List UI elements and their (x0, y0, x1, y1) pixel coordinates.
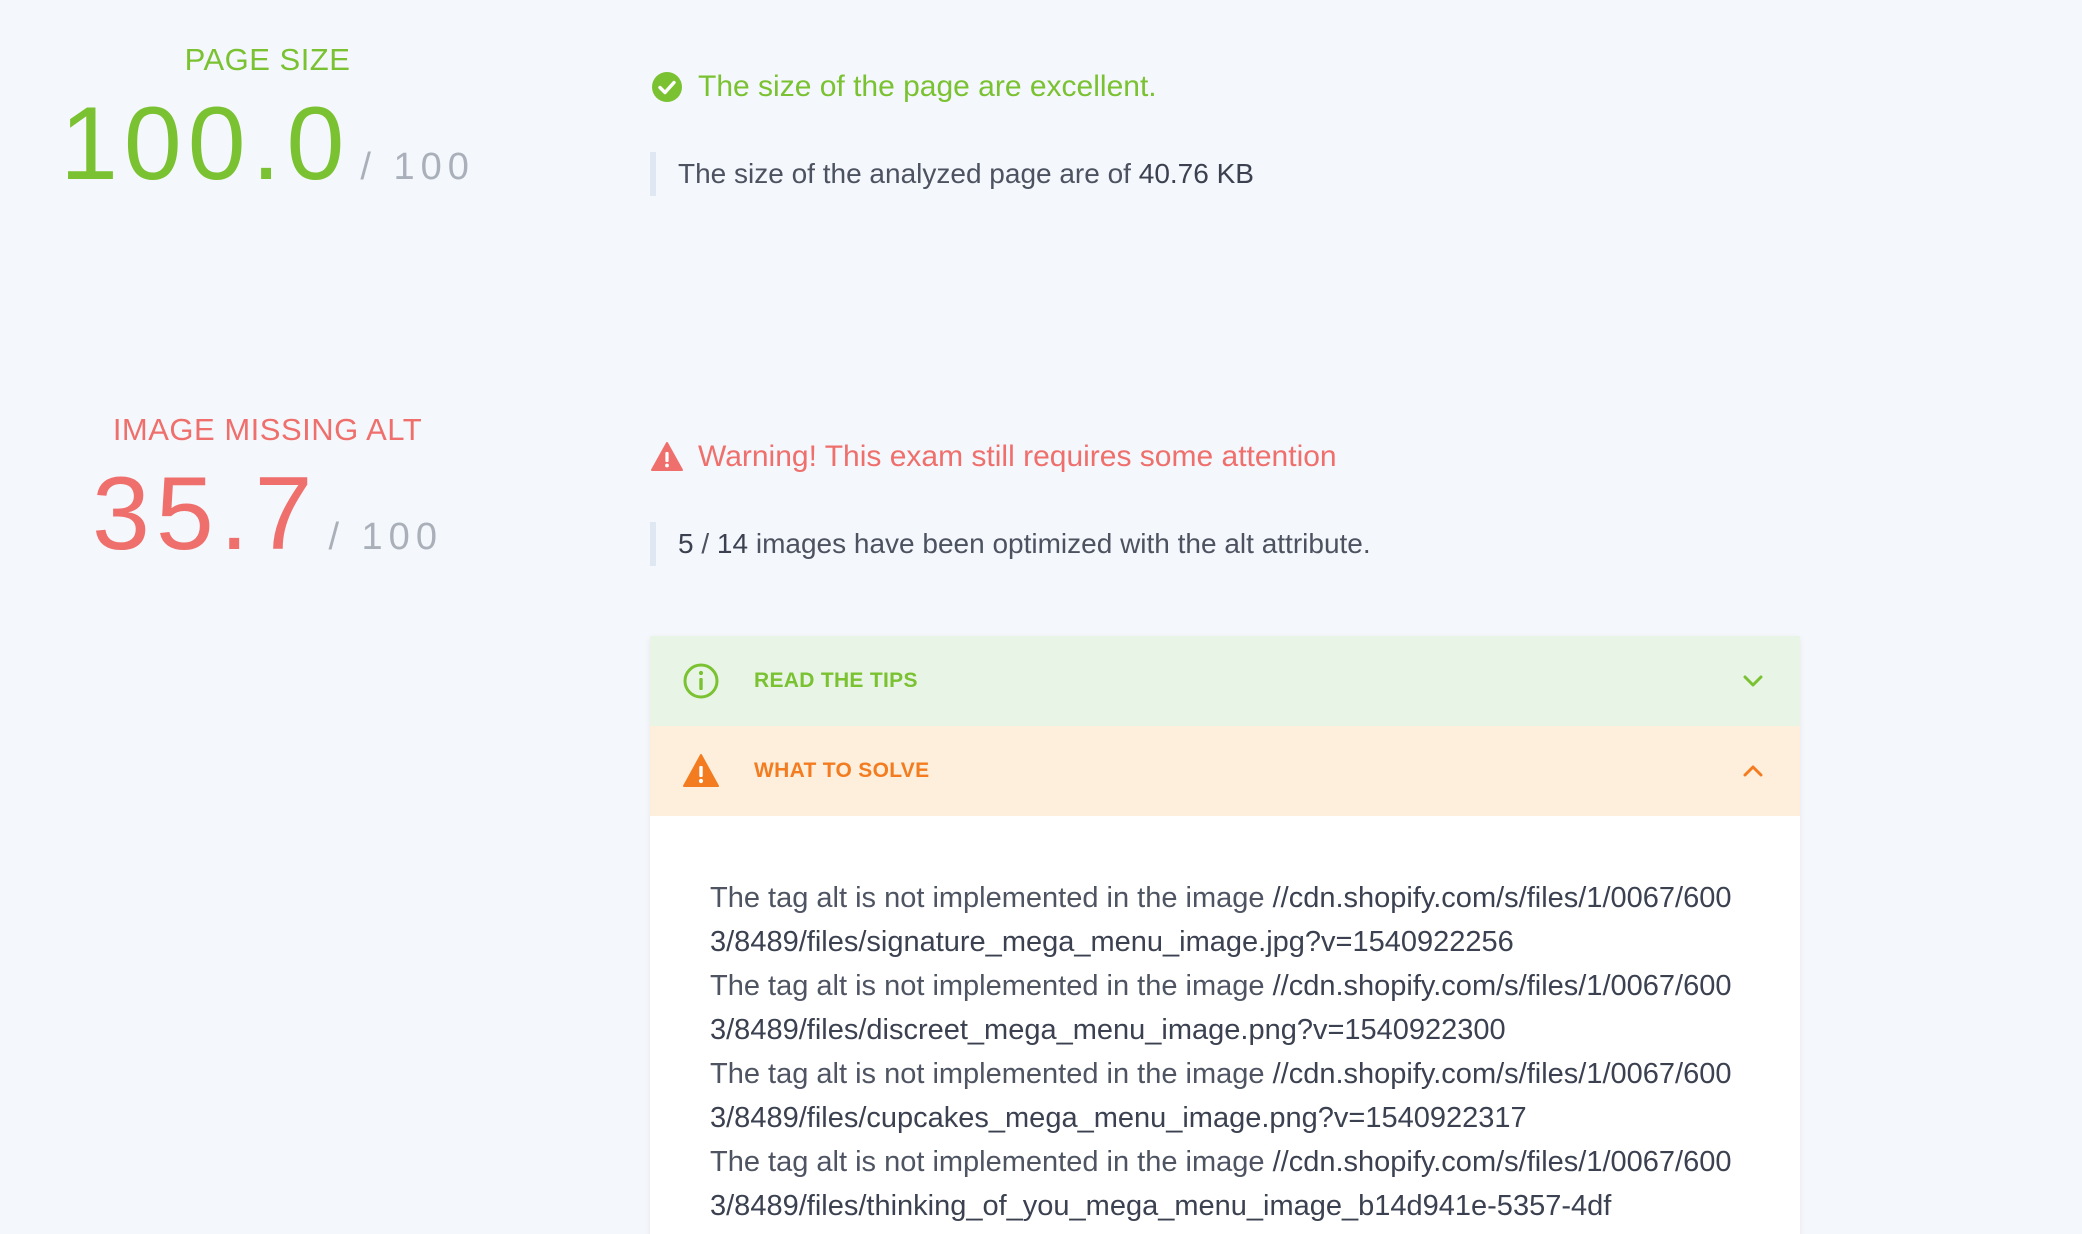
page-size-score-block: PAGE SIZE 100.0 / 100 (0, 42, 535, 196)
image-alt-status: Warning! This exam still requires some a… (650, 440, 1337, 474)
page-size-status-text: The size of the page are excellent. (698, 70, 1157, 103)
page-size-status: The size of the page are excellent. (650, 70, 1157, 104)
page-size-score-row: 100.0 / 100 (0, 92, 535, 196)
image-alt-status-text: Warning! This exam still requires some a… (698, 440, 1337, 473)
image-alt-detail-suffix: images have been optimized with the alt … (748, 528, 1371, 559)
page-size-detail-value: 40.76 KB (1138, 158, 1254, 189)
issue-item: The tag alt is not implemented in the im… (710, 876, 1740, 964)
image-alt-detail: 5 / 14 images have been optimized with t… (650, 522, 1371, 566)
what-to-solve-toggle[interactable]: WHAT TO SOLVE (650, 726, 1800, 816)
page-size-detail-prefix: The size of the analyzed page are of (678, 158, 1139, 189)
what-to-solve-label: WHAT TO SOLVE (754, 759, 930, 782)
page-size-label: PAGE SIZE (184, 42, 351, 77)
info-circle-icon (683, 663, 719, 699)
issue-item: The tag alt is not implemented in the im… (710, 1052, 1740, 1140)
page-size-score: 100.0 (60, 86, 351, 202)
image-alt-score: 35.7 (92, 456, 319, 572)
image-alt-score-row: 35.7 / 100 (0, 462, 535, 566)
page-size-detail: The size of the analyzed page are of 40.… (650, 152, 1254, 196)
page-size-outof: / 100 (360, 146, 475, 188)
check-circle-icon (652, 72, 682, 102)
read-the-tips-label: READ THE TIPS (754, 669, 918, 692)
image-alt-outof: / 100 (328, 516, 443, 558)
image-alt-detail-sep: / (693, 528, 717, 559)
image-alt-detail-total: 14 (716, 528, 749, 559)
read-the-tips-toggle[interactable]: READ THE TIPS (650, 636, 1800, 726)
issue-text: The tag alt is not implemented in the im… (710, 882, 1273, 914)
what-to-solve-content: The tag alt is not implemented in the im… (650, 816, 1800, 1228)
image-alt-score-block: IMAGE MISSING ALT 35.7 / 100 (0, 412, 535, 566)
seo-report: PAGE SIZE 100.0 / 100 The size of the pa… (0, 0, 2082, 1234)
issue-text: The tag alt is not implemented in the im… (710, 1058, 1273, 1090)
issue-item: The tag alt is not implemented in the im… (710, 964, 1740, 1052)
image-alt-accordion: READ THE TIPS WHAT TO SOLVE The tag alt … (650, 636, 1800, 1234)
warning-triangle-icon (683, 754, 719, 787)
issue-text: The tag alt is not implemented in the im… (710, 1146, 1273, 1178)
image-alt-label: IMAGE MISSING ALT (112, 412, 423, 447)
chevron-up-icon[interactable] (1740, 758, 1766, 784)
warning-triangle-icon (651, 442, 683, 471)
chevron-down-icon[interactable] (1740, 668, 1766, 694)
image-alt-detail-count: 5 (678, 528, 694, 559)
issue-text: The tag alt is not implemented in the im… (710, 970, 1273, 1002)
issue-item: The tag alt is not implemented in the im… (710, 1140, 1740, 1228)
